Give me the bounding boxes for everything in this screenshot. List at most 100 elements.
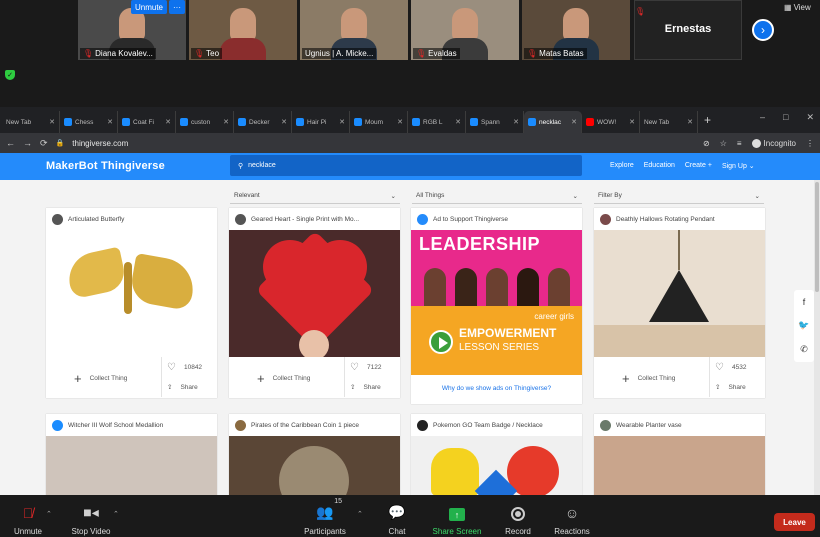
why-ads-link[interactable]: Why do we show ads on Thingiverse?: [411, 375, 582, 392]
thing-image[interactable]: [46, 230, 217, 357]
card-title[interactable]: Geared Heart - Single Print with Mo...: [251, 216, 359, 223]
browser-tab[interactable]: New Tab ✕: [640, 111, 698, 133]
thing-image[interactable]: [229, 436, 400, 495]
close-icon[interactable]: ✕: [281, 118, 287, 126]
thing-card[interactable]: Pokemon GO Team Badge / Necklace: [411, 414, 582, 495]
category-dropdown[interactable]: All Things ⌄: [412, 188, 582, 204]
chevron-up-icon[interactable]: ⌃: [46, 510, 52, 518]
share-button[interactable]: ⇪ Share: [715, 383, 746, 392]
kebab-menu-icon[interactable]: ⋮: [806, 139, 814, 148]
close-icon[interactable]: ✕: [165, 118, 171, 126]
close-icon[interactable]: ✕: [687, 118, 693, 126]
close-window-icon[interactable]: ✕: [806, 112, 814, 123]
card-title[interactable]: Pirates of the Caribbean Coin 1 piece: [251, 422, 359, 429]
back-arrow-icon[interactable]: ←: [6, 138, 15, 148]
close-icon[interactable]: ✕: [571, 118, 577, 126]
search-input[interactable]: ⚲ necklace: [230, 155, 582, 176]
thing-image[interactable]: [594, 436, 765, 495]
facebook-icon[interactable]: f: [803, 297, 806, 307]
browser-tab[interactable]: Chess ✕: [60, 111, 118, 133]
browser-tab[interactable]: Decker ✕: [234, 111, 292, 133]
play-icon[interactable]: [429, 330, 453, 354]
leave-button[interactable]: Leave: [774, 513, 815, 531]
nav-education[interactable]: Education: [644, 162, 675, 170]
browser-tab[interactable]: Coat Fi ✕: [118, 111, 176, 133]
card-title[interactable]: Witcher III Wolf School Medallion: [68, 422, 163, 429]
more-options-button[interactable]: ···: [169, 0, 185, 14]
close-icon[interactable]: ✕: [339, 118, 345, 126]
close-icon[interactable]: ✕: [513, 118, 519, 126]
nav-create[interactable]: Create +: [685, 162, 712, 170]
thing-image[interactable]: [46, 436, 217, 495]
browser-tab[interactable]: Moum ✕: [350, 111, 408, 133]
participant-tile[interactable]: Ernestas 🎙: [634, 0, 742, 60]
avatar[interactable]: [235, 419, 246, 431]
collect-button[interactable]: + Collect Thing: [257, 371, 310, 386]
thing-card[interactable]: Deathly Hallows Rotating Pendant + Collec…: [594, 208, 765, 398]
close-icon[interactable]: ✕: [107, 118, 113, 126]
card-title[interactable]: Articulated Butterfly: [68, 216, 124, 223]
incognito-badge[interactable]: Incognito: [751, 138, 796, 148]
thing-image[interactable]: [594, 230, 765, 357]
nav-signup[interactable]: Sign Up ⌄: [722, 162, 755, 170]
nav-explore[interactable]: Explore: [610, 162, 634, 170]
filter-dropdown[interactable]: Filter By ⌄: [594, 188, 764, 204]
new-tab-plus-icon[interactable]: +: [698, 113, 717, 127]
reactions-button[interactable]: ☺ Reactions: [552, 495, 592, 537]
browser-tab-active[interactable]: necklac ✕: [524, 111, 582, 133]
media-icon[interactable]: ≡: [737, 139, 742, 148]
collect-button[interactable]: + Collect Thing: [74, 371, 127, 386]
browser-tab[interactable]: custon ✕: [176, 111, 234, 133]
view-button[interactable]: ▦ View: [784, 3, 811, 12]
share-screen-button[interactable]: ↑ Share Screen: [430, 495, 484, 537]
record-button[interactable]: Record: [500, 495, 536, 537]
card-title[interactable]: Wearable Planter vase: [616, 422, 682, 429]
chevron-up-icon[interactable]: ⌃: [357, 510, 363, 518]
participant-tile[interactable]: 🎙 Matas Batas: [522, 0, 630, 60]
minimize-icon[interactable]: –: [760, 112, 765, 123]
twitter-icon[interactable]: 🐦: [798, 320, 809, 331]
close-icon[interactable]: ✕: [49, 118, 55, 126]
like-button[interactable]: ♡ 10842: [167, 362, 202, 373]
maximize-icon[interactable]: □: [783, 112, 788, 123]
collect-button[interactable]: + Collect Thing: [622, 371, 675, 386]
scrollbar[interactable]: [814, 180, 820, 495]
avatar[interactable]: [235, 213, 246, 225]
browser-tab[interactable]: WOW! ✕: [582, 111, 640, 133]
scrollbar-thumb[interactable]: [815, 182, 819, 292]
avatar[interactable]: [52, 213, 63, 225]
chevron-up-icon[interactable]: ⌃: [113, 510, 119, 518]
avatar[interactable]: [600, 419, 611, 431]
like-button[interactable]: ♡ 4532: [715, 362, 746, 373]
site-logo[interactable]: MakerBot Thingiverse: [46, 160, 165, 172]
participants-button[interactable]: 👥 15 Participants: [300, 495, 350, 537]
thing-card[interactable]: Wearable Planter vase: [594, 414, 765, 495]
browser-tab[interactable]: New Tab ✕: [2, 111, 60, 133]
close-icon[interactable]: ✕: [223, 118, 229, 126]
share-button[interactable]: ⇪ Share: [167, 383, 198, 392]
sort-dropdown[interactable]: Relevant ⌄: [230, 188, 400, 204]
unmute-popup-button[interactable]: Unmute: [131, 0, 167, 14]
thing-card[interactable]: Geared Heart - Single Print with Mo... +…: [229, 208, 400, 398]
ad-banner[interactable]: LEADERSHIP career girls EMPOWERMENT LESS…: [411, 230, 582, 375]
ad-card[interactable]: Ad to Support Thingiverse LEADERSHIP car…: [411, 208, 582, 404]
participant-tile[interactable]: 🎙 Evaldas: [411, 0, 519, 60]
whatsapp-icon[interactable]: ✆: [800, 344, 808, 355]
participant-tile[interactable]: Ugnius | A. Micke...: [300, 0, 408, 60]
unmute-button[interactable]: 🎙̸ Unmute: [6, 495, 50, 537]
close-icon[interactable]: ✕: [455, 118, 461, 126]
share-button[interactable]: ⇪ Share: [350, 383, 381, 392]
url-field[interactable]: thingiverse.com: [72, 139, 128, 148]
thing-card[interactable]: Witcher III Wolf School Medallion: [46, 414, 217, 495]
next-page-button[interactable]: ›: [752, 19, 774, 41]
star-icon[interactable]: ☆: [720, 139, 727, 148]
eye-off-icon[interactable]: ⊘: [703, 139, 710, 148]
chat-button[interactable]: 💬 Chat: [382, 495, 412, 537]
card-title[interactable]: Deathly Hallows Rotating Pendant: [616, 216, 715, 223]
thing-image[interactable]: [411, 436, 582, 495]
card-title[interactable]: Pokemon GO Team Badge / Necklace: [433, 422, 543, 429]
close-icon[interactable]: ✕: [629, 118, 635, 126]
close-icon[interactable]: ✕: [397, 118, 403, 126]
like-button[interactable]: ♡ 7122: [350, 362, 381, 373]
security-shield-icon[interactable]: ✓: [5, 70, 15, 80]
